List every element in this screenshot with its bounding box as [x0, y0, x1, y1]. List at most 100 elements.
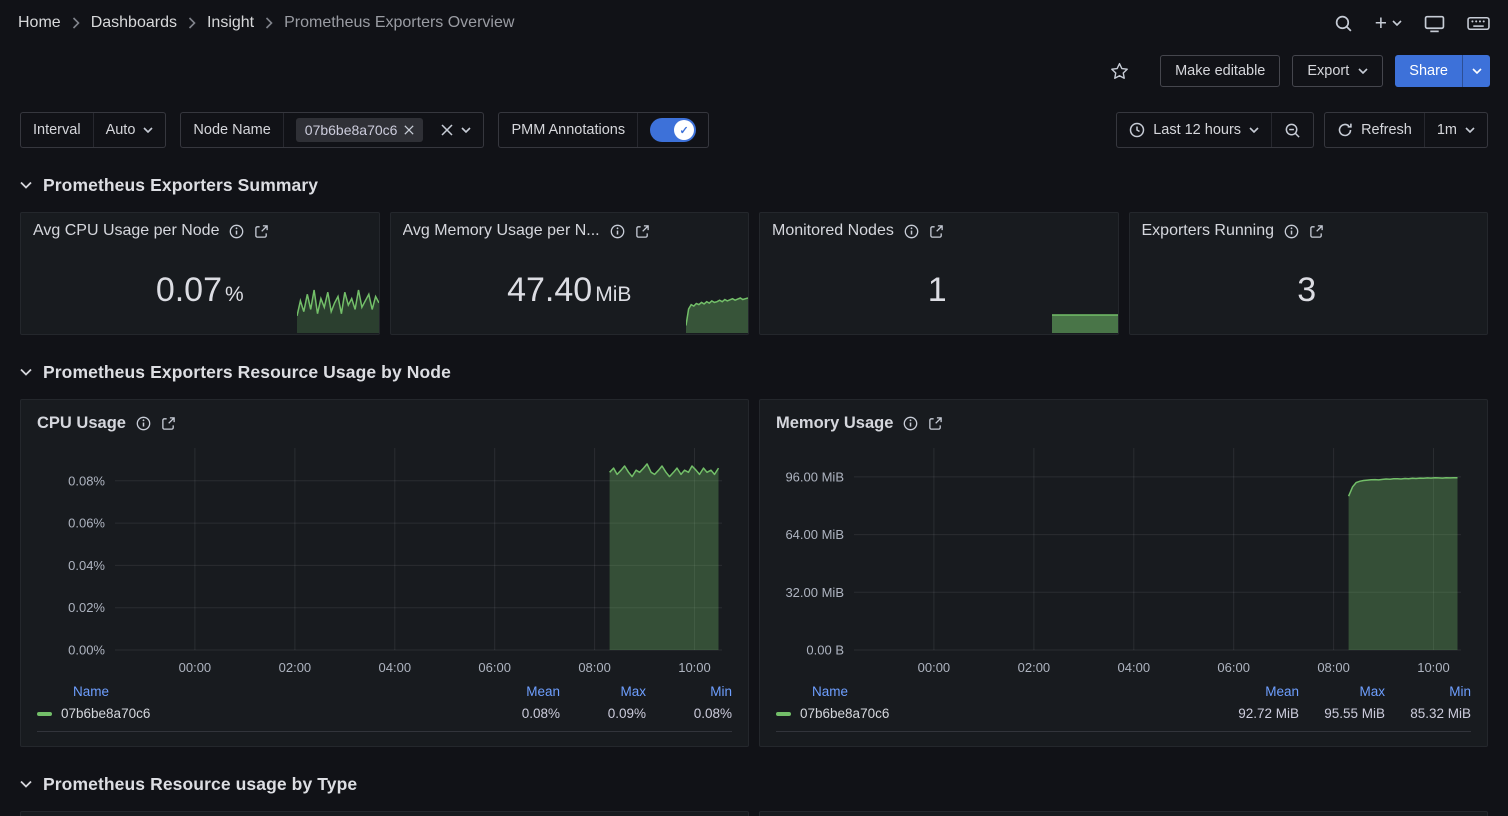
panel-title: Avg Memory Usage per N... — [403, 222, 600, 240]
external-link-icon[interactable] — [929, 224, 944, 239]
breadcrumb-dashboards[interactable]: Dashboards — [91, 14, 177, 32]
chevron-down-icon — [1465, 127, 1475, 133]
chevron-down-icon — [20, 181, 32, 189]
share-menu-button[interactable] — [1462, 55, 1490, 87]
breadcrumb-insight[interactable]: Insight — [207, 14, 254, 32]
series-color-swatch — [37, 712, 52, 716]
search-icon[interactable] — [1334, 14, 1353, 33]
interval-value: Auto — [106, 122, 136, 138]
series-name[interactable]: 07b6be8a70c6 — [776, 706, 1213, 721]
legend-header-max[interactable]: Max — [560, 684, 646, 699]
external-link-icon[interactable] — [635, 224, 650, 239]
external-link-icon[interactable] — [161, 416, 176, 431]
chevron-down-icon — [1472, 68, 1482, 74]
chevron-down-icon — [143, 127, 153, 133]
share-button[interactable]: Share — [1395, 55, 1462, 87]
monitor-icon[interactable] — [1424, 14, 1445, 33]
panel-exporters-running: Exporters Running 3 — [1129, 212, 1489, 335]
chevron-right-icon — [72, 17, 80, 29]
cpu-usage-chart[interactable]: 0.00%0.02%0.04%0.06%0.08%00:0002:0004:00… — [37, 438, 732, 680]
svg-text:04:00: 04:00 — [379, 660, 412, 675]
pmm-annotations-label: PMM Annotations — [511, 122, 625, 138]
refresh-group: Refresh 1m — [1324, 112, 1488, 148]
info-icon[interactable] — [229, 224, 244, 239]
interval-select[interactable]: Auto — [93, 113, 166, 147]
star-icon[interactable] — [1109, 61, 1130, 82]
node-name-tag[interactable]: 07b6be8a70c6 — [296, 118, 424, 142]
section-resource-by-node[interactable]: Prometheus Exporters Resource Usage by N… — [20, 359, 1488, 385]
make-editable-button[interactable]: Make editable — [1160, 55, 1280, 87]
external-link-icon[interactable] — [928, 416, 943, 431]
stat-panels-row: Avg CPU Usage per Node 0.07% Avg Memory … — [20, 212, 1488, 335]
refresh-interval-value: 1m — [1437, 122, 1457, 138]
refresh-button[interactable]: Refresh — [1325, 113, 1424, 147]
cutoff-panels-row — [20, 811, 1488, 816]
top-nav-bar: Home Dashboards Insight Prometheus Expor… — [0, 0, 1508, 46]
svg-text:0.06%: 0.06% — [68, 516, 105, 531]
svg-text:10:00: 10:00 — [1417, 660, 1450, 675]
panel-monitored-nodes: Monitored Nodes 1 — [759, 212, 1119, 335]
export-button[interactable]: Export — [1292, 55, 1383, 87]
legend-header-max[interactable]: Max — [1299, 684, 1385, 699]
info-icon[interactable] — [903, 416, 918, 431]
memory-usage-chart[interactable]: 0.00 B32.00 MiB64.00 MiB96.00 MiB00:0002… — [776, 438, 1471, 680]
svg-text:96.00 MiB: 96.00 MiB — [785, 469, 844, 484]
legend-header-mean[interactable]: Mean — [474, 684, 560, 699]
clear-icon[interactable] — [404, 125, 414, 135]
info-icon[interactable] — [904, 224, 919, 239]
clear-all-icon[interactable] — [441, 124, 453, 136]
section-title: Prometheus Exporters Summary — [43, 175, 318, 196]
section-exporters-summary[interactable]: Prometheus Exporters Summary — [20, 172, 1488, 198]
section-title: Prometheus Exporters Resource Usage by N… — [43, 362, 451, 383]
add-icon: + — [1375, 13, 1387, 34]
svg-text:0.00 B: 0.00 B — [806, 643, 844, 658]
nodes-sparkline — [1052, 312, 1118, 333]
node-name-value: 07b6be8a70c6 — [305, 122, 398, 138]
breadcrumb-home[interactable]: Home — [18, 14, 61, 32]
time-range-picker[interactable]: Last 12 hours — [1117, 113, 1271, 147]
chevron-right-icon — [265, 17, 273, 29]
svg-text:0.08%: 0.08% — [68, 473, 105, 488]
share-split-button: Share — [1395, 55, 1490, 87]
zoom-out-icon — [1284, 122, 1301, 139]
legend-header: Name Mean Max Min — [776, 684, 1471, 699]
info-icon[interactable] — [136, 416, 151, 431]
panel-cpu-usage: CPU Usage 0.00%0.02%0.04%0.06%0.08%00:00… — [20, 399, 749, 747]
node-name-control: Node Name 07b6be8a70c6 — [180, 112, 484, 148]
svg-text:06:00: 06:00 — [478, 660, 511, 675]
external-link-icon[interactable] — [1309, 224, 1324, 239]
series-name[interactable]: 07b6be8a70c6 — [37, 706, 474, 721]
svg-text:10:00: 10:00 — [678, 660, 711, 675]
chevron-right-icon — [188, 17, 196, 29]
info-icon[interactable] — [610, 224, 625, 239]
interval-control: Interval Auto — [20, 112, 166, 148]
legend-row: 07b6be8a70c6 92.72 MiB 95.55 MiB 85.32 M… — [776, 706, 1471, 732]
keyboard-icon[interactable] — [1467, 15, 1490, 32]
svg-text:02:00: 02:00 — [279, 660, 312, 675]
legend-header-name[interactable]: Name — [37, 684, 474, 699]
add-menu-button[interactable]: + — [1375, 13, 1402, 34]
node-name-label: Node Name — [193, 122, 270, 138]
legend-header-mean[interactable]: Mean — [1213, 684, 1299, 699]
panel-title: Avg CPU Usage per Node — [33, 222, 219, 240]
info-icon[interactable] — [1284, 224, 1299, 239]
section-resource-by-type[interactable]: Prometheus Resource usage by Type — [20, 771, 1488, 797]
zoom-out-button[interactable] — [1271, 113, 1313, 147]
legend-header-min[interactable]: Min — [646, 684, 732, 699]
stat-value: 3 — [1130, 271, 1488, 310]
legend-header-name[interactable]: Name — [776, 684, 1213, 699]
legend-row: 07b6be8a70c6 0.08% 0.09% 0.08% — [37, 706, 732, 732]
svg-text:32.00 MiB: 32.00 MiB — [785, 585, 844, 600]
legend-header-min[interactable]: Min — [1385, 684, 1471, 699]
external-link-icon[interactable] — [254, 224, 269, 239]
cutoff-panel-right — [759, 811, 1488, 816]
svg-text:08:00: 08:00 — [578, 660, 611, 675]
dashboard-toolbar: Make editable Export Share — [0, 46, 1508, 96]
node-name-select[interactable]: 07b6be8a70c6 — [283, 113, 484, 147]
refresh-interval-select[interactable]: 1m — [1424, 113, 1487, 147]
pmm-annotations-toggle[interactable]: ✓ — [650, 118, 696, 142]
chevron-down-icon — [461, 127, 471, 133]
chevron-down-icon — [1358, 68, 1368, 74]
panel-title: Monitored Nodes — [772, 222, 894, 240]
export-label: Export — [1307, 63, 1349, 79]
